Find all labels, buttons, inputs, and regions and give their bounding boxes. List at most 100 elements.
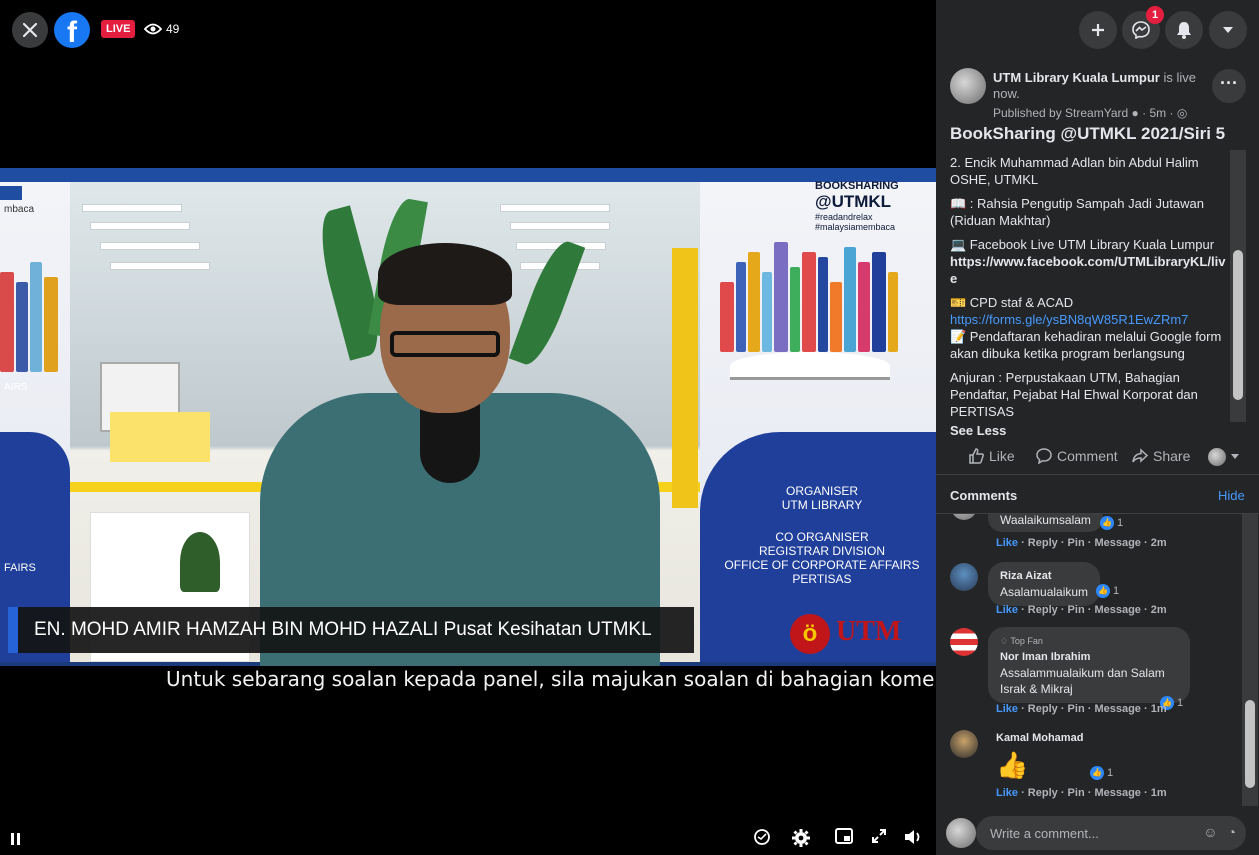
post-time[interactable]: · 5m · xyxy=(1142,106,1173,120)
volume-button[interactable] xyxy=(903,828,923,851)
comment-text: Asalamualaikum xyxy=(1000,585,1089,599)
hide-comments-button[interactable]: Hide xyxy=(1218,488,1245,503)
see-less-button[interactable]: See Less xyxy=(950,423,1006,438)
commenter-avatar[interactable] xyxy=(950,730,978,758)
post-paragraph: 2. Encik Muhammad Adlan bin Abdul Halim … xyxy=(950,155,1199,187)
comment-like-link[interactable]: Like xyxy=(996,537,1018,549)
comment-reactions[interactable]: 👍 1 xyxy=(1096,584,1119,598)
comment-reply-link[interactable]: Reply xyxy=(1028,537,1058,549)
fullscreen-button[interactable] xyxy=(871,828,887,849)
more-options-button[interactable]: ··· xyxy=(1212,69,1246,103)
viewer-count-value: 49 xyxy=(166,22,180,36)
messenger-icon xyxy=(1132,21,1150,39)
like-reaction-icon: 👍 xyxy=(1090,766,1104,780)
caret-down-icon xyxy=(1223,27,1233,33)
comment-reactions[interactable]: 👍 1 xyxy=(1100,516,1123,530)
comment-message-link[interactable]: Message xyxy=(1094,604,1140,616)
video-pane: f LIVE 49 mbaca AIRS FAIRS BOOKSHARING @… xyxy=(0,0,936,855)
commenter-avatar[interactable] xyxy=(950,628,978,656)
video-controls xyxy=(0,822,936,855)
comments-scrollbar[interactable] xyxy=(1242,514,1258,806)
comment-input[interactable] xyxy=(990,825,1190,841)
yellow-pillar xyxy=(672,248,698,508)
sticker-icon[interactable]: ◔ xyxy=(1228,824,1236,840)
comment-icon xyxy=(1036,448,1052,464)
bell-icon xyxy=(1177,22,1191,39)
comment-time[interactable]: 1m xyxy=(1151,703,1167,715)
left-banner-bar xyxy=(0,186,22,200)
commenter-name[interactable]: Nor Iman Ibrahim xyxy=(1000,649,1178,665)
my-avatar[interactable] xyxy=(946,818,976,848)
fullscreen-icon xyxy=(872,829,886,843)
live-stream-video[interactable]: mbaca AIRS FAIRS BOOKSHARING @UTMKL #rea… xyxy=(0,168,936,696)
commenter-avatar[interactable] xyxy=(950,514,978,520)
speaker-lower-third: EN. MOHD AMIR HAMZAH BIN MOHD HAZALI Pus… xyxy=(8,607,694,653)
create-button[interactable] xyxy=(1079,11,1117,49)
write-comment-box[interactable]: ☺ ◔ xyxy=(976,816,1246,850)
miniplayer-button[interactable] xyxy=(835,828,853,849)
page-avatar[interactable] xyxy=(950,68,986,104)
stream-top-strip xyxy=(0,168,936,182)
globe-icon: ◎ xyxy=(1176,106,1188,120)
notifications-button[interactable] xyxy=(1165,11,1203,49)
comment-actions: Like · Reply · Pin · Message · 2m xyxy=(996,604,1167,616)
close-button[interactable] xyxy=(12,12,48,48)
comment-bubble: ♢ Top Fan Nor Iman Ibrahim Assalammualai… xyxy=(988,627,1190,703)
small-avatar xyxy=(1208,448,1226,466)
comment-pin-link[interactable]: Pin xyxy=(1068,787,1085,799)
settings-button[interactable] xyxy=(791,828,811,853)
close-icon xyxy=(22,22,38,38)
commenter-name[interactable]: Riza Aizat xyxy=(1000,568,1088,584)
comment-text: Waalaikumsalam xyxy=(1000,514,1091,527)
post-paragraph: 🎫 CPD staf & ACAD https://forms.gle/ysBN… xyxy=(950,294,1232,362)
comment-reactions[interactable]: 👍 1 xyxy=(1090,766,1113,780)
volume-icon xyxy=(905,830,920,844)
utm-logo: ö UTM xyxy=(790,612,910,656)
comment-time[interactable]: 2m xyxy=(1151,537,1167,549)
post-scrollbar-thumb[interactable] xyxy=(1233,250,1243,400)
comment-like-link[interactable]: Like xyxy=(996,604,1018,616)
post-actions: Like Comment Share xyxy=(936,440,1259,472)
account-menu-button[interactable] xyxy=(1209,11,1247,49)
comment-like-link[interactable]: Like xyxy=(996,703,1018,715)
comment-message-link[interactable]: Message xyxy=(1094,703,1140,715)
comment-reply-link[interactable]: Reply xyxy=(1028,787,1058,799)
emoji-icon[interactable]: ☺ xyxy=(1203,824,1217,840)
post-scrollbar[interactable] xyxy=(1230,150,1246,422)
comment-button[interactable]: Comment xyxy=(1036,448,1118,464)
post-body: 2. Encik Muhammad Adlan bin Abdul Halim … xyxy=(950,154,1232,442)
pause-icon xyxy=(11,833,20,845)
pause-button[interactable] xyxy=(10,830,22,851)
live-badge: LIVE xyxy=(101,20,136,38)
comment-reply-link[interactable]: Reply xyxy=(1028,604,1058,616)
comment-time[interactable]: 2m xyxy=(1151,604,1167,616)
google-form-link[interactable]: https://forms.gle/ysBN8qW85R1EwZRm7 xyxy=(950,312,1188,327)
comment-message-link[interactable]: Message xyxy=(1094,537,1140,549)
sidebar-topbar xyxy=(936,0,1259,58)
page-name-link[interactable]: UTM Library Kuala Lumpur xyxy=(993,70,1160,85)
comment-actions: Like · Reply · Pin · Message · 1m xyxy=(996,703,1167,715)
caret-down-icon xyxy=(1231,454,1239,459)
comment-pin-link[interactable]: Pin xyxy=(1068,703,1085,715)
commenter-name[interactable]: Kamal Mohamad xyxy=(996,732,1083,744)
comment-like-link[interactable]: Like xyxy=(996,787,1018,799)
bookshare-logo: BOOKSHARING @UTMKL #readandrelax #malays… xyxy=(815,180,899,232)
facebook-live-link[interactable]: https://www.facebook.com/UTMLibraryKL/li… xyxy=(950,254,1225,286)
comment-pin-link[interactable]: Pin xyxy=(1068,604,1085,616)
captions-button[interactable] xyxy=(753,828,771,851)
thumbs-up-icon xyxy=(969,448,984,464)
share-button[interactable]: Share xyxy=(1132,448,1190,464)
reaction-as-selector[interactable] xyxy=(1208,448,1239,466)
published-line: Published by StreamYard ● · 5m · ◎ xyxy=(993,106,1187,120)
comment-message-link[interactable]: Message xyxy=(1094,787,1140,799)
left-banner-text: mbaca xyxy=(4,204,35,215)
utm-seal-icon: ö xyxy=(790,614,830,654)
facebook-logo-icon[interactable]: f xyxy=(54,12,90,48)
like-reaction-icon: 👍 xyxy=(1100,516,1114,530)
comments-scrollbar-thumb[interactable] xyxy=(1245,700,1255,788)
comment-reply-link[interactable]: Reply xyxy=(1028,703,1058,715)
like-button[interactable]: Like xyxy=(968,448,1015,464)
comment-time[interactable]: 1m xyxy=(1151,787,1167,799)
commenter-avatar[interactable] xyxy=(950,563,978,591)
comment-pin-link[interactable]: Pin xyxy=(1068,537,1085,549)
